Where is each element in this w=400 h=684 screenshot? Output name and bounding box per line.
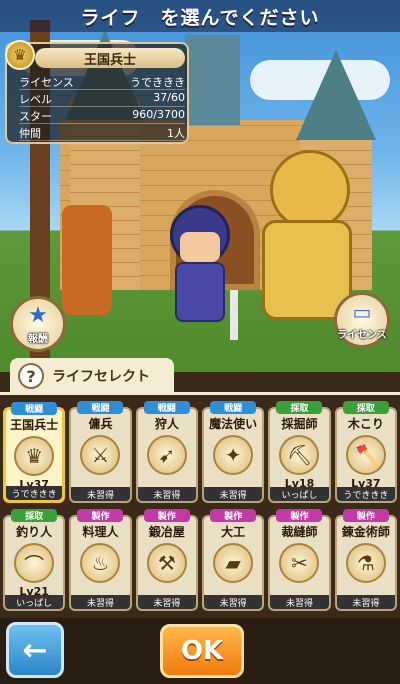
job-tile[interactable]: 製作大工 ▰ 未習得 xyxy=(201,509,265,611)
player-body xyxy=(175,262,225,322)
category-tag: 戦闘 xyxy=(77,401,124,414)
job-tile-status: 未習得 xyxy=(137,595,196,609)
job-tile-name: 大工 xyxy=(221,525,246,539)
category-tag: 採取 xyxy=(342,401,389,414)
player-face xyxy=(180,232,220,262)
job-tile-name: 鍛冶屋 xyxy=(148,525,185,539)
stat-label: スター xyxy=(19,110,52,123)
category-tag: 製作 xyxy=(342,509,389,522)
stat-row-companions: 仲間 1人 xyxy=(19,125,185,141)
category-tag: 採取 xyxy=(11,509,58,522)
job-tile-name: 錬金術師 xyxy=(341,525,390,539)
stat-value: 1人 xyxy=(167,127,185,140)
job-tile[interactable]: 製作錬金術師 ⚗ 未習得 xyxy=(334,509,397,611)
job-tile-name: 料理人 xyxy=(82,525,119,539)
training-dummy xyxy=(62,205,112,315)
hammer-icon: ⚒ xyxy=(146,543,187,583)
job-tile[interactable]: 採取 釣り人 ⌒ Lv21 いっぱし xyxy=(3,509,66,611)
help-icon[interactable]: ? xyxy=(18,363,44,389)
needle-icon: ✂ xyxy=(279,543,320,583)
job-tile-status: いっぱし xyxy=(5,595,64,609)
stat-row-star: スター 960/3700 xyxy=(19,108,185,124)
bow-icon: ➹ xyxy=(146,435,187,475)
category-tag: 製作 xyxy=(276,509,323,522)
crown-icon: ♛ xyxy=(5,40,35,70)
page-title: ライフ を選んでください xyxy=(80,6,320,29)
job-tile-status: 未習得 xyxy=(71,595,130,609)
job-tile-status: 未習得 xyxy=(203,487,263,501)
crown-icon: ♛ xyxy=(14,436,55,476)
wand-icon: ✦ xyxy=(213,435,254,475)
job-tile-status: 未習得 xyxy=(71,487,130,501)
fishing-rod-icon: ⌒ xyxy=(14,543,55,583)
stat-row-level: レベル 37/60 xyxy=(19,91,185,107)
npc-helmet xyxy=(270,150,350,230)
license-card-icon: ▭ xyxy=(352,299,372,324)
job-tile-status: 未習得 xyxy=(336,595,395,609)
job-tile[interactable]: 製作鍛冶屋 ⚒ 未習得 xyxy=(135,509,198,611)
saw-icon: ▰ xyxy=(213,543,254,583)
title-bar: ライフ を選んでください xyxy=(0,0,400,32)
back-button[interactable]: ← xyxy=(6,622,64,678)
job-tile[interactable]: 製作裁縫師 ✂ 未習得 xyxy=(268,509,331,611)
stat-value: 960/3700 xyxy=(132,108,185,121)
job-tile[interactable]: 戦闘魔法使い ✦ 未習得 xyxy=(201,401,265,503)
category-tag: 製作 xyxy=(210,509,257,522)
category-tag: 採取 xyxy=(276,401,323,414)
job-tile-name: 傭兵 xyxy=(88,417,113,431)
life-select-header: ? ライフセレクト xyxy=(10,358,174,394)
job-tile-name: 木こり xyxy=(347,417,384,431)
category-tag: 戦闘 xyxy=(11,402,58,415)
category-tag: 製作 xyxy=(77,509,124,522)
job-info-card: ♛ 王国兵士 ライセンス うでききき レベル 37/60 スター 960/370… xyxy=(5,40,189,144)
stat-label: 仲間 xyxy=(19,127,41,140)
job-tile-name: 裁縫師 xyxy=(281,525,318,539)
job-grid-panel: 戦闘 王国兵士 ♛ Lv37 うでききき 戦闘 傭兵 ⚔ 未習得 戦闘 狩人 ➹ 未習得 戦闘 魔法使い ✦ 未… xyxy=(0,392,400,618)
stat-value: うでききき xyxy=(130,76,185,89)
job-tile[interactable]: 製作料理人 ♨ 未習得 xyxy=(69,509,132,611)
job-tile-name: 王国兵士 xyxy=(10,418,59,432)
stat-value: 37/60 xyxy=(153,91,185,104)
job-grid: 戦闘 王国兵士 ♛ Lv37 うでききき 戦闘 傭兵 ⚔ 未習得 戦闘 狩人 ➹ 未習得 戦闘 魔法使い ✦ 未… xyxy=(3,401,397,611)
license-label: ライセンス xyxy=(337,329,387,341)
flask-icon: ⚗ xyxy=(345,543,386,583)
job-tile[interactable]: 戦闘狩人 ➹ 未習得 xyxy=(135,401,198,503)
job-tile-status: うでききき xyxy=(336,487,395,501)
job-tile[interactable]: 戦闘 王国兵士 ♛ Lv37 うでききき xyxy=(3,402,66,503)
job-tile-status: いっぱし xyxy=(270,487,329,501)
ok-button[interactable]: OK xyxy=(160,624,244,678)
category-tag: 戦闘 xyxy=(210,401,257,414)
job-tile-status: うでききき xyxy=(6,486,63,500)
job-tile-status: 未習得 xyxy=(270,595,329,609)
castle-spire xyxy=(185,35,240,125)
stat-label: レベル xyxy=(19,93,52,106)
pickaxe-icon: ⛏ xyxy=(279,435,320,475)
job-tile-name: 採掘師 xyxy=(281,417,318,431)
category-tag: 製作 xyxy=(143,509,190,522)
license-button[interactable]: ▭ ライセンス xyxy=(334,292,390,348)
player-sword xyxy=(230,290,238,340)
job-tile-status: 未習得 xyxy=(137,487,196,501)
job-tile[interactable]: 戦闘傭兵 ⚔ 未習得 xyxy=(69,401,132,503)
stat-label: ライセンス xyxy=(19,76,74,89)
job-tile-name: 狩人 xyxy=(154,417,179,431)
axe-icon: 🪓 xyxy=(345,435,386,475)
back-arrow-icon: ← xyxy=(22,632,48,668)
job-tile[interactable]: 採取 採掘師 ⛏ Lv18 いっぱし xyxy=(268,401,331,503)
job-tile-name: 魔法使い xyxy=(209,417,258,431)
category-tag: 戦闘 xyxy=(143,401,190,414)
job-tile-status: 未習得 xyxy=(203,595,263,609)
job-tile[interactable]: 採取 木こり 🪓 Lv37 うでききき xyxy=(334,401,397,503)
medal-icon: ★ xyxy=(28,303,48,328)
ladle-icon: ♨ xyxy=(80,543,121,583)
castle-roof-right xyxy=(296,50,376,140)
job-tile-name: 釣り人 xyxy=(16,525,53,539)
sword-icon: ⚔ xyxy=(80,435,121,475)
job-name: 王国兵士 xyxy=(35,48,185,68)
reward-button[interactable]: ★ 報酬 xyxy=(10,296,66,352)
stat-row-license: ライセンス うでききき xyxy=(19,74,185,90)
life-select-title: ライフセレクト xyxy=(52,369,150,385)
reward-label: 報酬 xyxy=(28,334,48,345)
